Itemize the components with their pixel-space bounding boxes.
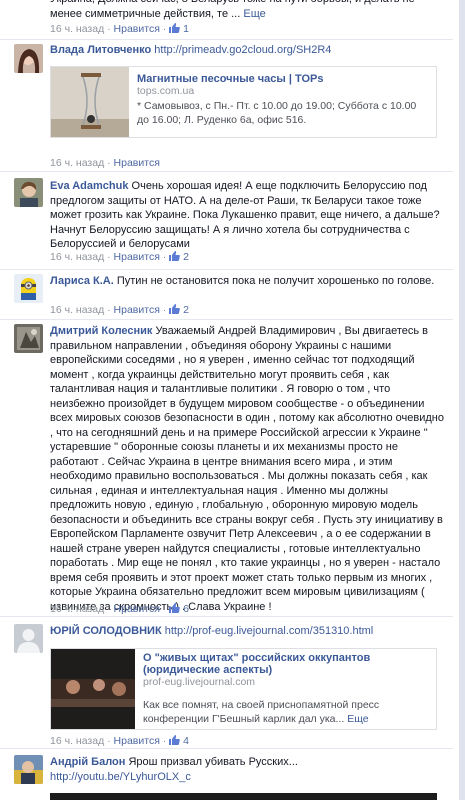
comment-author[interactable]: ЮРІЙ СОЛОДОВНИК (50, 625, 162, 637)
link-preview-domain: prof-eug.livejournal.com (143, 676, 256, 688)
like-link[interactable]: Нравится (114, 603, 160, 615)
comment-meta: 16 ч. назад · Нравится · 4 (50, 735, 189, 747)
avatar[interactable] (14, 324, 43, 353)
see-more-link[interactable]: Еще (347, 713, 368, 725)
like-count[interactable]: 2 (183, 251, 189, 263)
link-preview-description: * Самовывоз, с Пн.- Пт. с 10.00 до 19.00… (137, 100, 417, 126)
avatar[interactable] (14, 178, 43, 207)
comment-text: Уважаемый Андрей Владимирович , Вы двига… (50, 325, 444, 613)
comment-link[interactable]: http://youtu.be/YLyhurOLX_c (50, 771, 191, 783)
comment-text: Ярош призвал убивать Русских... (128, 756, 298, 768)
comment-author[interactable]: Влада Литовченко (50, 44, 151, 56)
like-count[interactable]: 6 (183, 603, 189, 615)
comment: Дмитрий Колесник Уважаемый Андрей Владим… (0, 320, 453, 617)
comment-time[interactable]: 16 ч. назад (50, 23, 104, 35)
link-preview-domain: tops.com.ua (137, 85, 195, 97)
like-link[interactable]: Нравится (114, 23, 160, 35)
like-link[interactable]: Нравится (114, 304, 160, 316)
comment-link[interactable]: http://prof-eug.livejournal.com/351310.h… (165, 625, 374, 637)
link-preview-title[interactable]: О "живых щитах" российских оккупантов (ю… (143, 652, 430, 676)
thumbs-up-icon (169, 23, 181, 33)
comment: Лариса К.А. Путин не остановится пока не… (0, 270, 453, 320)
comment-author[interactable]: Дмитрий Колесник (50, 325, 152, 337)
link-preview-image (51, 67, 129, 137)
avatar[interactable] (14, 755, 43, 784)
link-preview-image (51, 649, 135, 729)
comment-meta: 16 ч. назад · Нравится · 1 (50, 23, 189, 35)
comment-time[interactable]: 16 ч. назад (50, 735, 104, 747)
like-link[interactable]: Нравится (114, 251, 160, 263)
comment-meta: 16 ч. назад · Нравится (50, 157, 160, 169)
like-count[interactable]: 2 (183, 304, 189, 316)
thumbs-up-icon (169, 735, 181, 745)
link-preview-description: Как все помнят, на своей приснопамятной … (143, 699, 380, 725)
like-count[interactable]: 1 (183, 23, 189, 35)
comment: Украина, Должна сейчас, 8 Беларусь тоже … (0, 0, 453, 40)
thumbs-up-icon (169, 603, 181, 613)
avatar[interactable] (14, 44, 43, 73)
like-link[interactable]: Нравится (114, 157, 160, 169)
comment: Eva Adamchuk Очень хорошая идея! А еще п… (0, 172, 453, 270)
comment-time[interactable]: 16 ч. назад (50, 251, 104, 263)
comment-time[interactable]: 16 ч. назад (50, 157, 104, 169)
link-preview-image[interactable] (50, 793, 437, 800)
comments-panel: Украина, Должна сейчас, 8 Беларусь тоже … (0, 0, 460, 800)
comment-author[interactable]: Андрій Балон (50, 756, 125, 768)
comment-link[interactable]: http://primeadv.go2cloud.org/SH2R4 (154, 44, 331, 56)
like-link[interactable]: Нравится (114, 735, 160, 747)
avatar[interactable] (14, 624, 43, 653)
comment: Влада Литовченко http://primeadv.go2clou… (0, 40, 453, 172)
see-more-link[interactable]: Еще (243, 8, 265, 20)
thumbs-up-icon (169, 251, 181, 261)
comment-time[interactable]: 16 ч. назад (50, 304, 104, 316)
comment: ЮРІЙ СОЛОДОВНИК http://prof-eug.livejour… (0, 617, 453, 749)
comment-text: Украина, Должна сейчас, 8 Беларусь тоже … (50, 0, 415, 20)
comment-time[interactable]: 16 ч. назад (50, 603, 104, 615)
like-count[interactable]: 4 (183, 735, 189, 747)
thumbs-up-icon (169, 304, 181, 314)
link-preview[interactable]: Магнитные песочные часы | TOPs tops.com.… (50, 66, 437, 138)
comment: Андрій Балон Ярош призвал убивать Русски… (0, 749, 453, 800)
comment-author[interactable]: Лариса К.А. (50, 275, 114, 287)
scrollbar-track[interactable] (459, 0, 465, 800)
link-preview-title[interactable]: Магнитные песочные часы | TOPs (137, 73, 430, 85)
avatar[interactable] (14, 274, 43, 303)
comment-text: Путин не остановится пока не получит хор… (116, 275, 435, 287)
comment-meta: 16 ч. назад · Нравится · 6 (50, 603, 189, 615)
comment-meta: 16 ч. назад · Нравится · 2 (50, 304, 189, 316)
comment-meta: 16 ч. назад · Нравится · 2 (50, 251, 189, 263)
link-preview[interactable]: О "живых щитах" российских оккупантов (ю… (50, 648, 437, 730)
comment-author[interactable]: Eva Adamchuk (50, 180, 128, 192)
